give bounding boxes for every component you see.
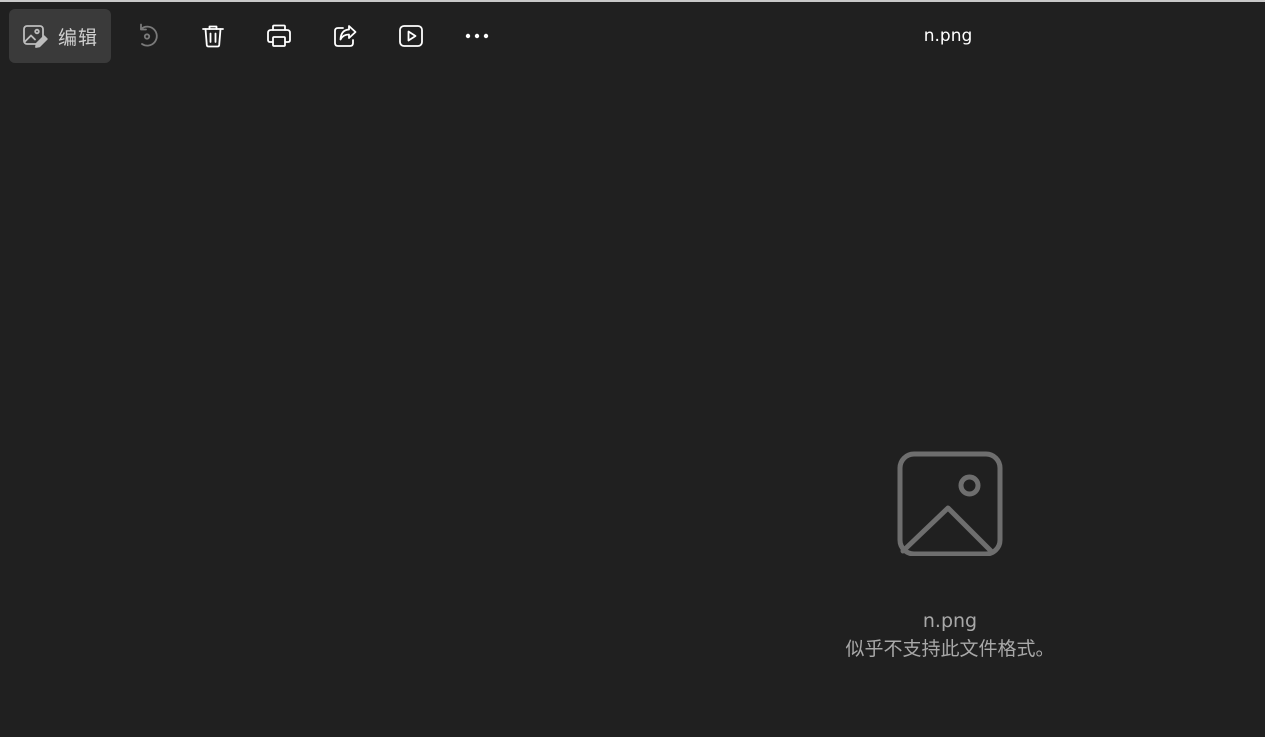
slideshow-icon xyxy=(397,22,425,50)
edit-button-label: 编辑 xyxy=(58,26,99,49)
delete-icon xyxy=(200,23,226,49)
file-title: n.png xyxy=(923,26,973,46)
unsupported-format-message: 似乎不支持此文件格式。 xyxy=(845,638,1055,660)
print-button[interactable] xyxy=(256,13,302,59)
share-button[interactable] xyxy=(322,13,368,59)
rotate-button[interactable] xyxy=(124,13,170,59)
slideshow-button[interactable] xyxy=(388,13,434,59)
edit-image-icon xyxy=(22,23,48,49)
delete-button[interactable] xyxy=(190,13,236,59)
toolbar: 编辑 n.png xyxy=(0,0,1265,72)
share-icon xyxy=(331,22,359,50)
unsupported-file-placeholder: n.png 似乎不支持此文件格式。 xyxy=(820,448,1080,664)
image-placeholder-icon xyxy=(820,448,1080,556)
edit-button[interactable]: 编辑 xyxy=(9,9,111,63)
print-icon xyxy=(265,22,293,50)
rotate-icon xyxy=(133,22,161,50)
more-button[interactable] xyxy=(454,13,500,59)
photos-window: 编辑 n.png n.png 似乎不支持此文件格式。 xyxy=(0,0,1265,737)
placeholder-filename: n.png xyxy=(922,610,978,632)
more-icon xyxy=(463,22,491,50)
